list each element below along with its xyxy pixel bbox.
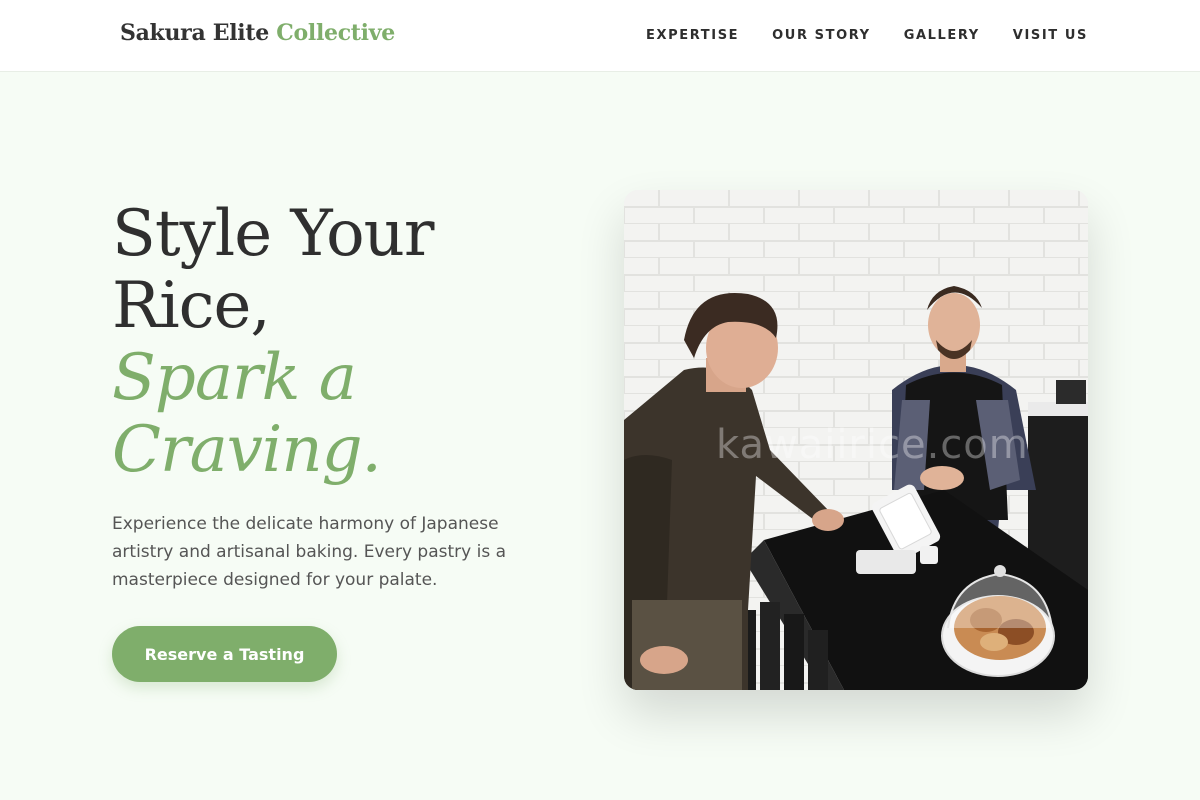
hero-title-line-1: Style Your (112, 197, 434, 271)
hero-title: Style Your Rice, Spark a Craving. (112, 198, 572, 486)
nav-item-visit-us[interactable]: VISIT US (1013, 28, 1088, 43)
site-header: Sakura Elite Collective EXPERTISE OUR ST… (0, 0, 1200, 72)
hero-title-line-2: Rice, (112, 269, 271, 343)
image-watermark: kawaiirice.com (716, 422, 1029, 468)
brand-accent: Collective (276, 20, 395, 46)
nav-item-gallery[interactable]: GALLERY (904, 28, 980, 43)
nav-item-expertise[interactable]: EXPERTISE (646, 28, 739, 43)
hero-image: kawaiirice.com (624, 190, 1088, 690)
brand-name: Sakura Elite (120, 20, 269, 46)
hero-description: Experience the delicate harmony of Japan… (112, 514, 506, 590)
brand-logo[interactable]: Sakura Elite Collective (120, 20, 395, 46)
hero-accent-line-2: Craving. (112, 413, 382, 487)
reserve-tasting-button[interactable]: Reserve a Tasting (112, 626, 337, 682)
main-nav: EXPERTISE OUR STORY GALLERY VISIT US (646, 28, 1088, 43)
nav-item-our-story[interactable]: OUR STORY (772, 28, 871, 43)
bakery-counter-illustration: kawaiirice.com (624, 190, 1088, 690)
coffee-machine (1056, 380, 1086, 404)
hero-accent-line-1: Spark a (112, 341, 357, 415)
